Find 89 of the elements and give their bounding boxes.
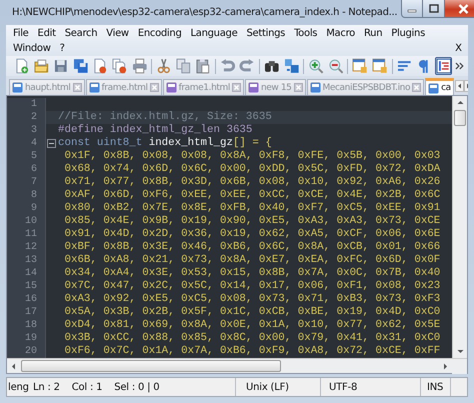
encoding-text: UTF-8 (329, 382, 358, 392)
menu-item[interactable]: Run (364, 26, 382, 41)
close-icon[interactable] (294, 83, 302, 92)
line-number: 10 (7, 215, 45, 228)
close-document-button[interactable]: X (455, 41, 464, 56)
line-number: 17 (7, 306, 45, 319)
zoom-out-icon[interactable] (326, 57, 344, 75)
scroll-left-icon[interactable] (454, 80, 464, 92)
menu-item[interactable]: Language (190, 26, 238, 41)
code-line: 0x71, 0x77, 0x8B, 0x3D, 0x6B, 0x08, 0x10, 0x92, 0xA6, 0x26 (63, 176, 440, 189)
code-line: 0x85, 0x4E, 0x9B, 0x19, 0x90, 0xE5, 0xA3, 0xA3, 0x73, 0xCE (63, 215, 440, 228)
line-number: 15 (7, 280, 45, 293)
menu-item[interactable]: Search (64, 26, 98, 41)
clipboard-icon[interactable] (194, 57, 212, 75)
menu-item[interactable]: Plugins (391, 26, 425, 41)
close-button[interactable] (445, 0, 474, 18)
close-icon[interactable] (412, 83, 422, 92)
code-line: 0x34, 0xA4, 0x3E, 0x53, 0x15, 0x8B, 0x7A, 0x0C, 0x7B, 0x40 (63, 267, 440, 280)
line-number: 4 (7, 137, 45, 150)
close-icon (458, 4, 470, 14)
line-number: 2 (7, 111, 45, 124)
line-number: 18 (7, 319, 45, 332)
horizontal-scrollbar[interactable] (7, 358, 467, 373)
line-ending-text: Unix (LF) (246, 382, 289, 392)
menu-item[interactable]: Settings (246, 26, 286, 41)
code-line: 0xF6, 0x7C, 0x1A, 0x7A, 0xB6, 0xF9, 0xA8, 0x72, 0xCE, 0xFF (63, 345, 440, 358)
cursor-position-text: Ln : 2 Col : 1 Sel : 0 | 0 (33, 382, 160, 392)
close-icon[interactable] (72, 83, 82, 92)
close-icon[interactable] (150, 83, 159, 92)
code-line: 0xAF, 0x6D, 0xF6, 0xEE, 0xEE, 0xCC, 0xCE, 0x4E, 0x2B, 0x6C (63, 189, 440, 202)
file-tab[interactable]: ca (425, 78, 454, 95)
menu-item[interactable]: Encoding (138, 26, 182, 41)
menu-item[interactable]: Tools (294, 26, 318, 41)
code-line: 0xBF, 0x8B, 0x3E, 0x46, 0xB6, 0x6C, 0x8A, 0xCB, 0x01, 0x66 (63, 241, 440, 254)
line-number: 6 (7, 163, 45, 176)
line-number: 1 (7, 98, 45, 111)
line-number: 19 (7, 332, 45, 345)
line-number: 14 (7, 267, 45, 280)
code-line: 0x6B, 0xA8, 0x21, 0x73, 0x8A, 0xE7, 0xEA, 0xFC, 0x6D, 0x0F (63, 254, 440, 267)
floppies-icon[interactable] (72, 57, 90, 75)
menu-item[interactable]: Macro (326, 26, 355, 41)
indent-guide-icon[interactable] (434, 57, 452, 75)
close-icon[interactable] (232, 83, 241, 92)
scroll-thumb[interactable] (21, 360, 281, 372)
menu-item[interactable]: View (106, 26, 129, 41)
maximize-icon (428, 4, 439, 13)
code-line: 0x1F, 0x8B, 0x08, 0x08, 0x8A, 0xF8, 0xFE, 0x5B, 0x00, 0x03 (63, 150, 440, 163)
menu-item[interactable]: Window (13, 41, 51, 56)
menu-item[interactable]: ? (60, 41, 65, 56)
window-title: H:\NEWCHIP\menodev\esp32-camera\esp32-camera\camera_index.h - Notepad... (12, 7, 398, 18)
line-number: 16 (7, 293, 45, 306)
chevron-icon[interactable] (454, 60, 464, 72)
vertical-scrollbar[interactable] (452, 96, 467, 358)
code-line: 0x91, 0x4D, 0x2D, 0x36, 0x19, 0x62, 0xA5, 0xCF, 0x06, 0x6E (63, 228, 440, 241)
line-number: 7 (7, 176, 45, 189)
insert-mode-text: INS (427, 382, 444, 392)
folder-icon[interactable] (32, 57, 50, 75)
line-number: 8 (7, 189, 45, 202)
printer-icon[interactable] (130, 57, 148, 75)
menu-item[interactable]: Edit (38, 26, 56, 41)
replace-icon[interactable] (282, 57, 300, 75)
code-line: const uint8_t index_html_gz[] = { (57, 137, 272, 150)
line-number: 9 (7, 202, 45, 215)
code-line: 0x68, 0x74, 0x6D, 0x6C, 0x00, 0xDD, 0x5C, 0xFD, 0x72, 0xDA (63, 163, 440, 176)
minimize-button[interactable] (401, 0, 424, 18)
code-line: #define index_html_gz_len 3635 (57, 124, 252, 137)
line-number: 3 (7, 124, 45, 137)
code-line: 0x3B, 0xCC, 0x88, 0x85, 0x8C, 0x00, 0x79, 0x41, 0x31, 0xC0 (63, 332, 440, 345)
code-line: 0xA3, 0x92, 0xE5, 0xC5, 0x08, 0x73, 0x71, 0xB3, 0x73, 0xF3 (63, 293, 440, 306)
scroll-thumb[interactable] (454, 110, 466, 126)
maximize-button[interactable] (423, 0, 446, 18)
code-line: 0x80, 0xB2, 0x7E, 0x8E, 0xFB, 0x40, 0xF7, 0xC5, 0xEE, 0x91 (63, 202, 440, 215)
line-number: 12 (7, 241, 45, 254)
close-files-icon[interactable] (110, 57, 129, 75)
line-number: 20 (7, 345, 45, 358)
line-number: 11 (7, 228, 45, 241)
menu-item[interactable]: File (13, 26, 29, 41)
code-line: 0x5A, 0x3B, 0x2B, 0x5F, 0x1C, 0xCB, 0xBE, 0x19, 0x4D, 0xC0 (63, 306, 440, 319)
line-number: 5 (7, 150, 45, 163)
code-line: 0x7C, 0x47, 0x2C, 0x5C, 0x14, 0x17, 0x06, 0xF1, 0x08, 0x23 (63, 280, 440, 293)
code-line: //File: index.html.gz, Size: 3635 (57, 111, 272, 124)
zoom-in-icon[interactable] (307, 57, 325, 75)
scissors-icon[interactable] (155, 57, 173, 75)
code-line: 0xD4, 0x81, 0x69, 0x8A, 0x0E, 0x1A, 0x10, 0x77, 0x62, 0x5E (63, 319, 440, 332)
code-editor[interactable] (7, 96, 452, 358)
copy-icon[interactable] (174, 57, 192, 75)
fold-icon[interactable] (47, 139, 56, 148)
file-type-text: leng (8, 382, 29, 392)
line-number: 13 (7, 254, 45, 267)
